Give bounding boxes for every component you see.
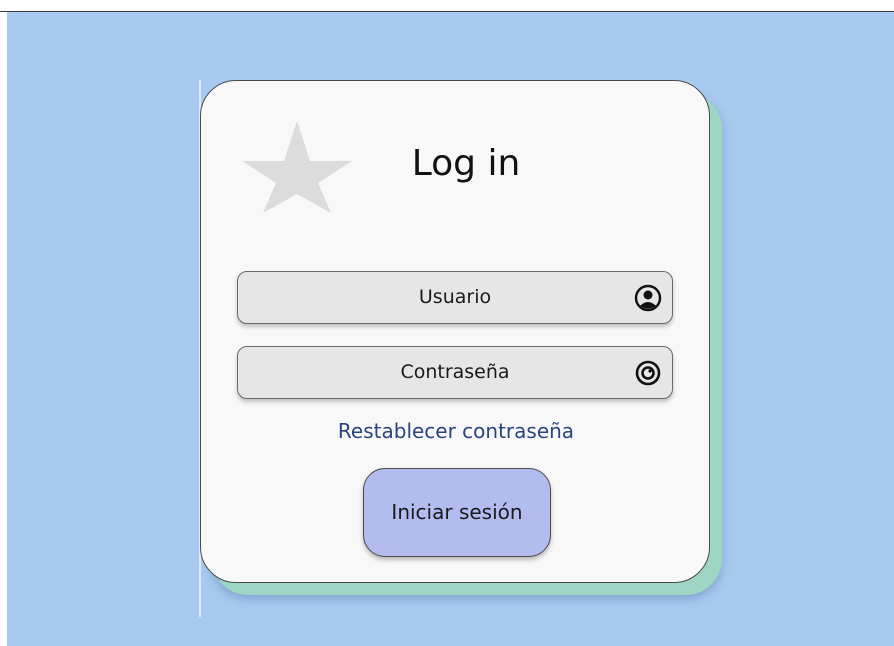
eye-icon[interactable] bbox=[634, 359, 662, 387]
reset-password-link[interactable]: Restablecer contraseña bbox=[301, 419, 611, 443]
screen: Log in Usuario Contraseña Restablecer co… bbox=[0, 0, 894, 646]
username-field[interactable]: Usuario bbox=[237, 271, 673, 324]
login-card: Log in Usuario Contraseña Restablecer co… bbox=[200, 80, 710, 583]
user-circle-icon bbox=[634, 284, 662, 312]
login-button[interactable]: Iniciar sesión bbox=[363, 468, 551, 557]
username-placeholder: Usuario bbox=[418, 286, 492, 308]
page-title: Log in bbox=[411, 143, 521, 184]
top-bar bbox=[0, 0, 894, 12]
password-field[interactable]: Contraseña bbox=[237, 346, 673, 399]
password-placeholder: Contraseña bbox=[400, 361, 510, 383]
star-icon bbox=[242, 121, 352, 213]
